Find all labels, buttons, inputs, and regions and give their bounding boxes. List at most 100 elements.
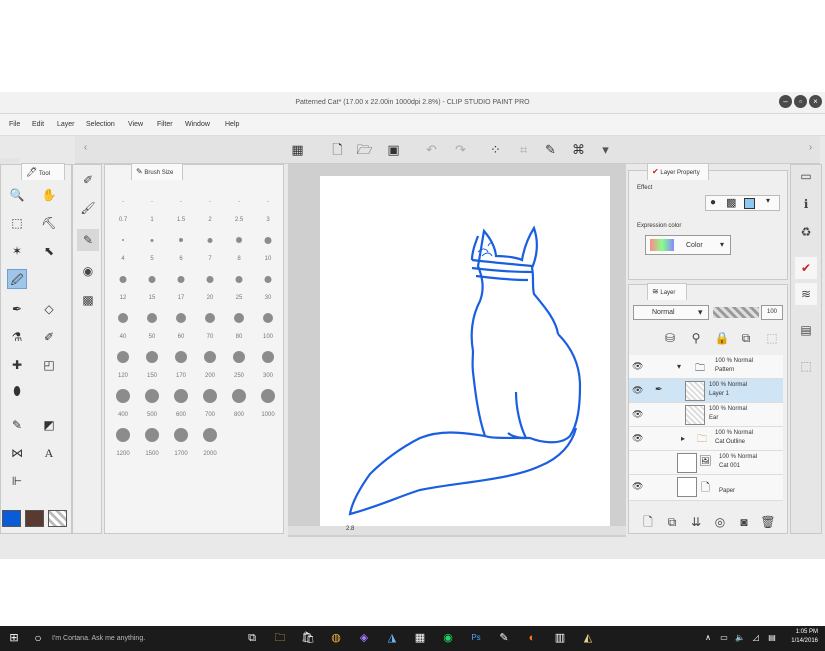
brush-size-cell[interactable]: 4	[109, 226, 137, 262]
chevron-left-icon[interactable]: ‹	[77, 140, 94, 156]
layer-row[interactable]: 👁 100 % Normal Ear	[629, 403, 783, 427]
brush-size-cell[interactable]: 10	[254, 226, 282, 262]
pen-subtool-icon[interactable]: ✐	[77, 169, 99, 191]
menu-file[interactable]: File	[9, 121, 20, 128]
brush-size-cell[interactable]: 1.5	[167, 187, 195, 223]
material-icon[interactable]: ♻	[795, 221, 817, 243]
animation-icon[interactable]: ▤	[795, 319, 817, 341]
clock-date[interactable]: 1/14/2016	[782, 638, 818, 644]
gradient-tool-icon[interactable]: ◩	[39, 415, 59, 435]
firefox-icon[interactable]: ◐	[524, 630, 540, 646]
eraser-tool-icon[interactable]: ◇	[39, 299, 59, 319]
save-icon[interactable]: ▣	[385, 142, 402, 158]
selection-icon[interactable]: ⬉	[39, 241, 59, 261]
canvas-paper[interactable]	[320, 176, 610, 531]
move-layer-icon[interactable]: ⛏	[39, 213, 59, 233]
brush-size-tab[interactable]: ✎ Brush Size	[131, 163, 183, 180]
open-folder-icon[interactable]: 🗁	[356, 142, 373, 158]
pen-tool-icon[interactable]: ✒	[7, 299, 27, 319]
layer-row[interactable]: 👁 🗋 Paper	[629, 475, 783, 501]
gradient-pen-icon[interactable]: ✎	[7, 415, 27, 435]
triangle-right-icon[interactable]: ▸	[681, 434, 685, 443]
color-effect-icon[interactable]	[744, 198, 755, 209]
new-vector-layer-icon[interactable]: ⧉	[661, 511, 683, 533]
brush-size-cell[interactable]: 2	[196, 187, 224, 223]
layer-icon[interactable]: ≋	[795, 283, 817, 305]
battery-icon[interactable]: ▭	[716, 630, 732, 646]
brush-size-cell[interactable]: 6	[167, 226, 195, 262]
brush-size-cell[interactable]: 1700	[167, 421, 195, 457]
brush-size-cell[interactable]: 3	[254, 187, 282, 223]
clock-time[interactable]: 1:05 PM	[782, 629, 818, 635]
minimize-button[interactable]: –	[779, 95, 792, 108]
dropdown-icon[interactable]: ▾	[597, 142, 614, 158]
tool-tab[interactable]: 🖊 Tool	[21, 163, 65, 180]
brush-size-cell[interactable]: 400	[109, 382, 137, 418]
store-icon[interactable]: 🛍	[300, 630, 316, 646]
ruler-tool-icon[interactable]: ⋈	[7, 443, 27, 463]
brush-size-cell[interactable]: 2.5	[225, 187, 253, 223]
tray-chevron-icon[interactable]: ∧	[700, 630, 716, 646]
layer-tab[interactable]: ≋ Layer	[647, 283, 687, 300]
opacity-slider[interactable]	[713, 307, 759, 318]
brush-size-subtool-icon[interactable]: ✎	[77, 229, 99, 251]
brush-size-cell[interactable]: 1200	[109, 421, 137, 457]
close-button[interactable]: ×	[809, 95, 822, 108]
brush-size-cell[interactable]: 15	[138, 265, 166, 301]
eye-icon[interactable]: 👁	[632, 361, 643, 372]
brush-size-cell[interactable]: 5	[138, 226, 166, 262]
brush-size-cell[interactable]: 50	[138, 304, 166, 340]
triangle-down-icon[interactable]: ▾	[677, 362, 681, 371]
merge-icon[interactable]: ⇊	[685, 511, 707, 533]
eye-icon[interactable]: 👁	[632, 481, 643, 492]
network-icon[interactable]: ◿	[748, 630, 764, 646]
layer-row[interactable]: 👁 ▸ 🗀 100 % Normal Cat Outline	[629, 427, 783, 451]
crop-icon[interactable]: ⌗	[515, 142, 532, 158]
brush-size-cell[interactable]: 7	[196, 226, 224, 262]
blend-mode-select[interactable]: Normal ▾	[633, 305, 709, 320]
clip-studio-icon[interactable]: ✎	[496, 630, 512, 646]
menu-filter[interactable]: Filter	[157, 121, 173, 128]
brush-size-cell[interactable]: 1500	[138, 421, 166, 457]
color-wheel-icon[interactable]: ◉	[77, 260, 99, 282]
chevron-right-icon[interactable]: ›	[802, 140, 819, 156]
chrome-icon[interactable]: ◍	[328, 630, 344, 646]
brush-size-cell[interactable]: 150	[138, 343, 166, 379]
brush-size-cell[interactable]: 1000	[254, 382, 282, 418]
effect-dropdown-icon[interactable]: ▾	[766, 196, 770, 205]
brush-size-cell[interactable]: 800	[225, 382, 253, 418]
frame-tool-icon[interactable]: ◰	[39, 355, 59, 375]
volume-icon[interactable]: 🔈	[732, 630, 748, 646]
file-explorer-icon[interactable]: 🗀	[272, 630, 288, 646]
sub-color-swatch[interactable]	[25, 510, 44, 527]
steam-icon[interactable]: ◮	[384, 630, 400, 646]
info-icon[interactable]: ℹ	[795, 193, 817, 215]
checker-effect-icon[interactable]: ▩	[726, 196, 736, 209]
zoom-tool-icon[interactable]: 🔍	[7, 185, 27, 205]
brush-size-cell[interactable]: 170	[167, 343, 195, 379]
clear-icon[interactable]: ⁘	[487, 142, 504, 158]
figure-tool-icon[interactable]: ✚	[7, 355, 27, 375]
maximize-button[interactable]: ▫	[794, 95, 807, 108]
brush-size-cell[interactable]: 80	[225, 304, 253, 340]
menu-window[interactable]: Window	[185, 121, 210, 128]
text-tool-icon[interactable]: A	[39, 443, 59, 463]
spotify-icon[interactable]: ◉	[440, 630, 456, 646]
canvas-area[interactable]: 2.8	[288, 164, 626, 537]
windows-start-icon[interactable]: ⊞	[6, 630, 22, 646]
brush-size-cell[interactable]: 2000	[196, 421, 224, 457]
transform-icon[interactable]: ⌘	[570, 142, 587, 158]
layer-row[interactable]: 🖼 100 % Normal Cat 001	[629, 451, 783, 475]
menu-edit[interactable]: Edit	[32, 121, 44, 128]
operation-tool-icon[interactable]: ⬚	[7, 213, 27, 233]
airbrush-tool-icon[interactable]: ⚗	[7, 327, 27, 347]
brush-size-cell[interactable]: 60	[167, 304, 195, 340]
brush-size-cell[interactable]: 30	[254, 265, 282, 301]
brush-size-cell[interactable]: 200	[196, 343, 224, 379]
undo-icon[interactable]: ↶	[423, 142, 440, 158]
brush-size-cell[interactable]: 600	[167, 382, 195, 418]
fill-icon[interactable]: ✎	[542, 142, 559, 158]
ref-layer-icon[interactable]: ⚲	[685, 327, 707, 349]
brush-size-cell[interactable]: 300	[254, 343, 282, 379]
brush-size-cell[interactable]: 0.7	[109, 187, 137, 223]
